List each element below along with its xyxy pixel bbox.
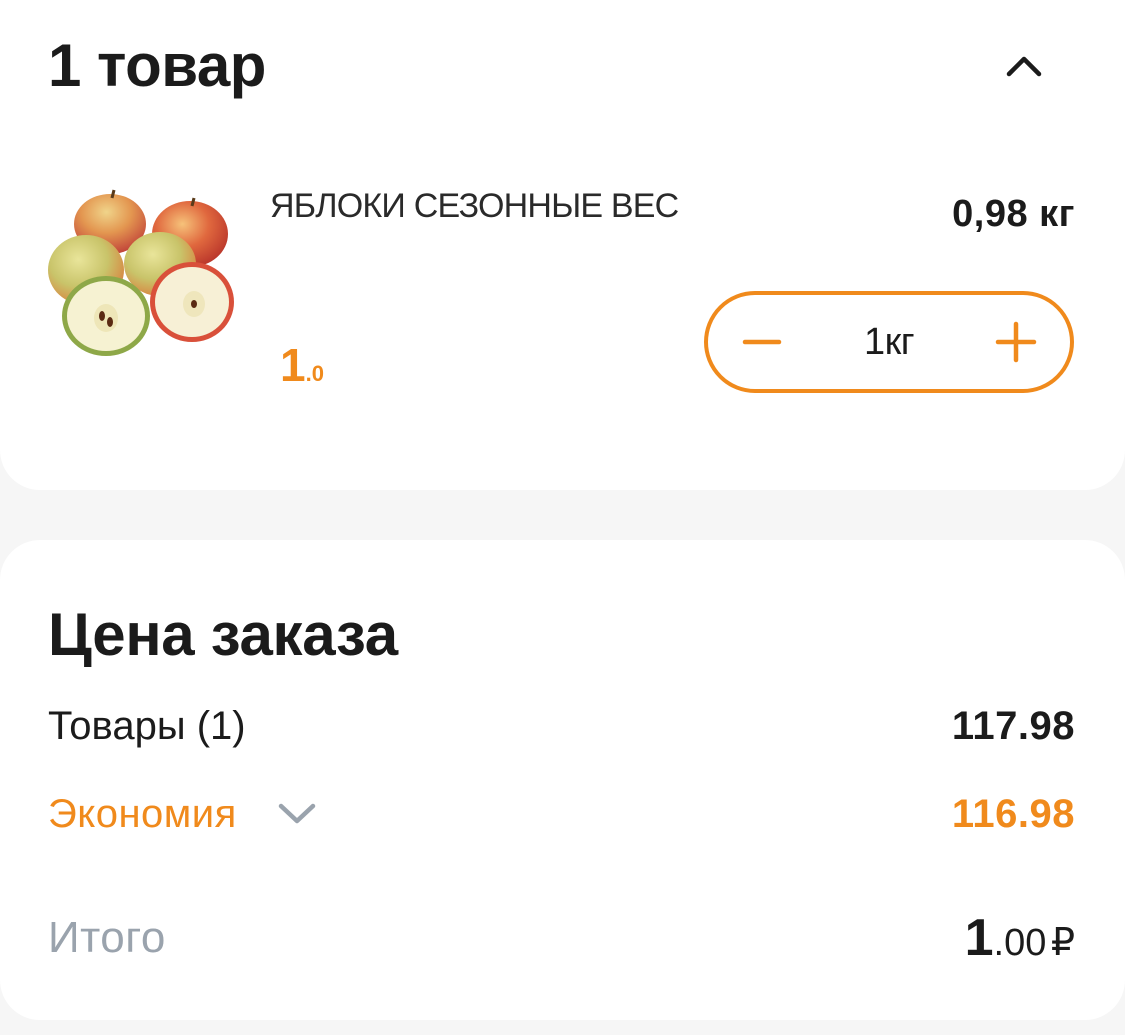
items-count-title: 1 товар xyxy=(48,32,266,99)
product-price: 1.0 xyxy=(280,340,324,402)
savings-label: Экономия xyxy=(48,791,237,836)
product-weight: 0,98 кг xyxy=(952,193,1075,235)
product-name[interactable]: ЯБЛОКИ СЕЗОННЫЕ ВЕС xyxy=(270,186,679,226)
product-price-integer: 1 xyxy=(280,339,306,391)
goods-label: Товары (1) xyxy=(48,703,246,748)
quantity-value: 1кг xyxy=(863,320,915,363)
increase-quantity-button[interactable] xyxy=(994,320,1038,364)
goods-row: Товары (1) 117.98 xyxy=(48,702,1075,750)
decrease-quantity-button[interactable] xyxy=(740,320,784,364)
product-price-fraction: .0 xyxy=(305,361,324,386)
minus-icon xyxy=(742,339,782,345)
plus-icon xyxy=(995,321,1037,363)
currency-symbol: ₽ xyxy=(1050,922,1075,964)
total-row: Итого 1.00 ₽ xyxy=(48,908,1075,968)
collapse-items-button[interactable] xyxy=(996,40,1052,92)
savings-row: Экономия 116.98 xyxy=(48,790,1075,838)
total-integer: 1 xyxy=(964,909,994,967)
quantity-stepper: 1кг xyxy=(704,291,1074,393)
chevron-down-icon xyxy=(277,799,317,829)
total-fraction: .00 xyxy=(993,922,1047,964)
goods-value: 117.98 xyxy=(951,703,1075,748)
apples-image xyxy=(48,189,234,356)
cart-items-card: 1 товар ЯБЛОКИ СЕЗОННЫЕ ВЕС 0,98 кг 1.0 … xyxy=(0,0,1125,490)
savings-toggle[interactable]: Экономия xyxy=(48,792,317,837)
total-label: Итого xyxy=(48,913,166,962)
total-value: 1.00 ₽ xyxy=(965,908,1075,968)
savings-value: 116.98 xyxy=(951,791,1075,836)
order-summary-card: Цена заказа Товары (1) 117.98 Экономия 1… xyxy=(0,540,1125,1020)
chevron-up-icon xyxy=(1006,56,1042,77)
product-image[interactable] xyxy=(42,188,238,364)
order-price-title: Цена заказа xyxy=(48,601,398,668)
